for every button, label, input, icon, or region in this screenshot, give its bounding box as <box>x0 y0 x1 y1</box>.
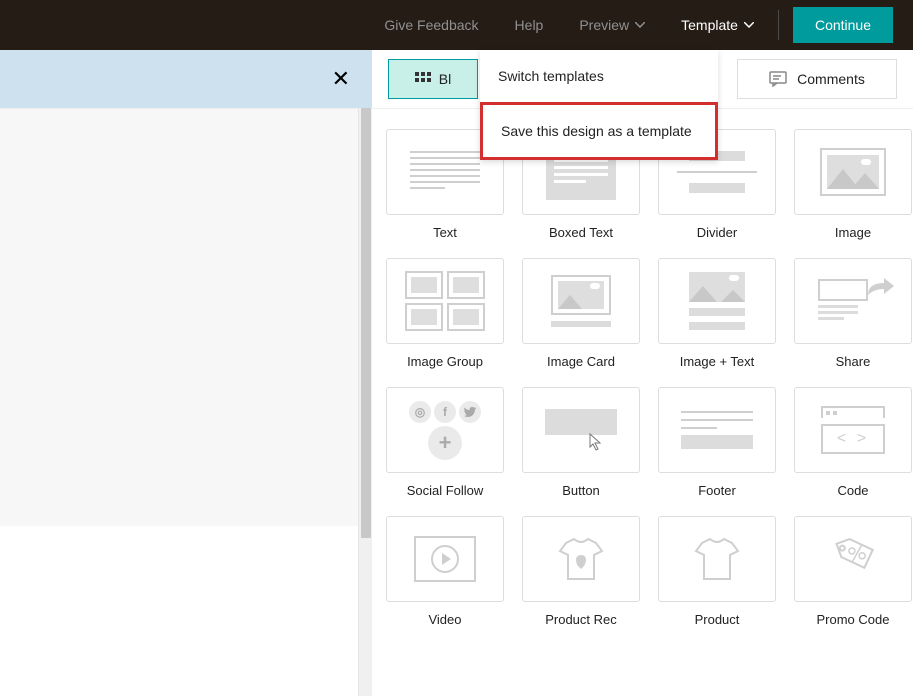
block-social-follow[interactable]: ◎ f + Social Follow <box>386 387 504 498</box>
block-video-thumb <box>386 516 504 602</box>
block-product-label: Product <box>695 612 740 627</box>
block-image-label: Image <box>835 225 871 240</box>
block-image-text-thumb <box>658 258 776 344</box>
comment-icon <box>769 71 787 87</box>
block-image-card-label: Image Card <box>547 354 615 369</box>
block-image-group[interactable]: Image Group <box>386 258 504 369</box>
block-product-rec-label: Product Rec <box>545 612 617 627</box>
main-body: Text Boxed Text Divider Image <box>0 108 913 696</box>
block-divider-label: Divider <box>697 225 737 240</box>
canvas-area[interactable] <box>0 108 358 696</box>
nav-template[interactable]: Template <box>663 17 772 33</box>
block-image-group-label: Image Group <box>407 354 483 369</box>
twitter-icon <box>459 401 481 423</box>
chevron-down-icon <box>744 22 754 28</box>
block-image-card[interactable]: Image Card <box>522 258 640 369</box>
block-promo-code[interactable]: Promo Code <box>794 516 912 627</box>
nav-preview[interactable]: Preview <box>561 17 663 33</box>
comments-button[interactable]: Comments <box>737 59 897 99</box>
block-image-thumb <box>794 129 912 215</box>
blocks-tab[interactable]: Bl <box>388 59 478 99</box>
canvas-lower <box>0 526 358 696</box>
block-product-rec[interactable]: Product Rec <box>522 516 640 627</box>
block-footer-thumb <box>658 387 776 473</box>
cursor-icon <box>589 433 603 451</box>
close-icon[interactable]: ✕ <box>332 68 350 90</box>
block-share-label: Share <box>836 354 871 369</box>
sub-toolbar: ✕ Bl Comments <box>0 50 913 108</box>
scrollbar-thumb[interactable] <box>361 108 371 538</box>
grid-icon <box>415 72 431 86</box>
plus-icon: + <box>428 426 462 460</box>
nav-preview-label: Preview <box>579 17 629 33</box>
block-image-group-thumb <box>386 258 504 344</box>
block-button-label: Button <box>562 483 600 498</box>
block-video-label: Video <box>428 612 461 627</box>
block-social-follow-thumb: ◎ f + <box>386 387 504 473</box>
block-image-card-thumb <box>522 258 640 344</box>
block-video[interactable]: Video <box>386 516 504 627</box>
block-code-label: Code <box>837 483 868 498</box>
block-product-rec-thumb <box>522 516 640 602</box>
topbar-divider <box>778 10 779 40</box>
blocks-panel: Text Boxed Text Divider Image <box>372 108 913 696</box>
block-share[interactable]: Share <box>794 258 912 369</box>
block-text-label: Text <box>433 225 457 240</box>
block-code-thumb: < > <box>794 387 912 473</box>
block-footer[interactable]: Footer <box>658 387 776 498</box>
block-image[interactable]: Image <box>794 129 912 240</box>
block-promo-code-label: Promo Code <box>817 612 890 627</box>
blocks-grid: Text Boxed Text Divider Image <box>386 129 899 627</box>
block-image-text[interactable]: Image + Text <box>658 258 776 369</box>
instagram-icon: ◎ <box>409 401 431 423</box>
facebook-icon: f <box>434 401 456 423</box>
nav-template-label: Template <box>681 17 738 33</box>
block-image-text-label: Image + Text <box>680 354 755 369</box>
block-boxed-text-label: Boxed Text <box>549 225 613 240</box>
block-social-follow-label: Social Follow <box>407 483 484 498</box>
comments-label: Comments <box>797 71 865 87</box>
block-promo-code-thumb <box>794 516 912 602</box>
continue-button[interactable]: Continue <box>793 7 893 43</box>
dropdown-switch-templates[interactable]: Switch templates <box>480 50 718 102</box>
block-button[interactable]: Button <box>522 387 640 498</box>
nav-give-feedback[interactable]: Give Feedback <box>366 17 496 33</box>
nav-help[interactable]: Help <box>497 17 562 33</box>
canvas-header: ✕ <box>0 50 372 108</box>
block-button-thumb <box>522 387 640 473</box>
template-dropdown: Switch templates Save this design as a t… <box>480 50 718 160</box>
block-product[interactable]: Product <box>658 516 776 627</box>
share-arrow-icon <box>864 275 896 299</box>
block-product-thumb <box>658 516 776 602</box>
block-footer-label: Footer <box>698 483 736 498</box>
dropdown-save-as-template[interactable]: Save this design as a template <box>480 102 718 160</box>
chevron-down-icon <box>635 22 645 28</box>
blocks-tab-label: Bl <box>439 71 451 87</box>
block-share-thumb <box>794 258 912 344</box>
scrollbar-track[interactable] <box>358 108 372 696</box>
top-navbar: Give Feedback Help Preview Template Cont… <box>0 0 913 50</box>
block-code[interactable]: < > Code <box>794 387 912 498</box>
